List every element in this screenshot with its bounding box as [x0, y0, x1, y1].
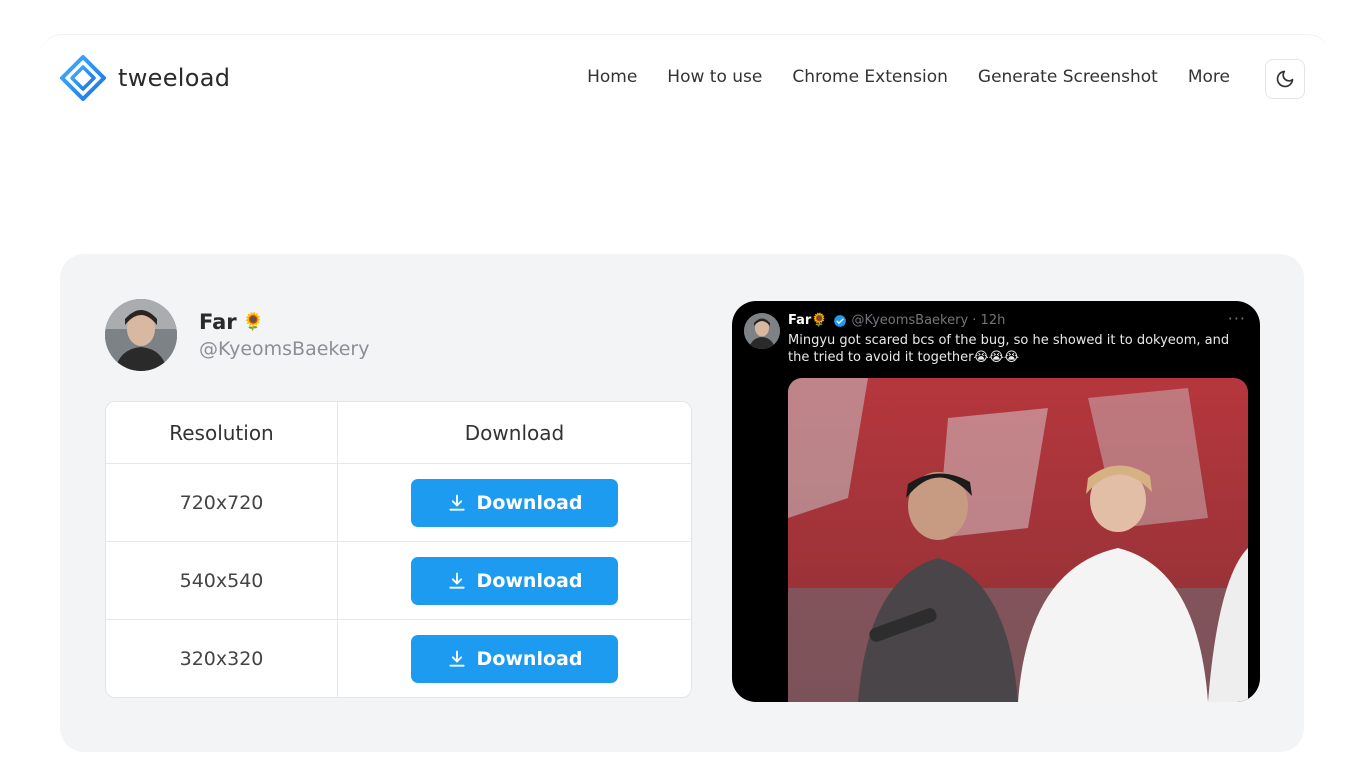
download-button-320[interactable]: Download: [411, 635, 618, 683]
theme-toggle-button[interactable]: [1265, 59, 1305, 99]
table-header-row: Resolution Download: [106, 402, 691, 464]
resolution-table: Resolution Download 720x720 Download 540…: [105, 401, 692, 698]
tweet-screenshot-preview: Far🌻 @KyeomsBaekery · 12h ··· Mingyu got…: [732, 301, 1260, 702]
profile-name: Far 🌻: [199, 310, 369, 334]
header-resolution: Resolution: [106, 402, 338, 463]
tweeload-logo-icon: [60, 55, 106, 101]
tweet-avatar-image: [744, 313, 780, 349]
tweet-video-frame: [788, 378, 1248, 702]
verified-badge-icon: [833, 314, 846, 327]
tweet-text: Mingyu got scared bcs of the bug, so he …: [788, 333, 1230, 365]
more-options-icon: ···: [1227, 309, 1246, 328]
profile-name-text: Far: [199, 310, 237, 334]
resolution-cell: 320x320: [106, 620, 338, 697]
table-row: 320x320 Download: [106, 620, 691, 697]
download-button-720[interactable]: Download: [411, 478, 618, 527]
avatar: [105, 299, 177, 371]
avatar-image: [105, 299, 177, 371]
nav-how-to-use[interactable]: How to use: [667, 67, 762, 87]
resolution-cell: 540x540: [106, 542, 338, 619]
download-button-label: Download: [476, 648, 583, 670]
moon-icon: [1276, 70, 1294, 88]
nav-links: Home How to use Chrome Extension Generat…: [587, 67, 1230, 87]
download-button-label: Download: [476, 569, 583, 592]
tweet-header: Far🌻 @KyeomsBaekery · 12h: [788, 313, 1005, 328]
sunflower-emoji: 🌻: [242, 312, 264, 332]
brand[interactable]: tweeload: [60, 55, 230, 101]
navbar: tweeload Home How to use Chrome Extensio…: [40, 34, 1330, 122]
profile-handle: @KyeomsBaekery: [199, 338, 370, 360]
nav-chrome-extension[interactable]: Chrome Extension: [792, 67, 948, 87]
video-frame-image: [788, 378, 1248, 702]
download-icon: [448, 650, 465, 667]
download-icon: [448, 494, 465, 511]
nav-generate-screenshot[interactable]: Generate Screenshot: [978, 67, 1158, 87]
tweet-handle-time: @KyeomsBaekery · 12h: [851, 313, 1006, 328]
nav-home[interactable]: Home: [587, 67, 637, 87]
brand-name: tweeload: [118, 64, 231, 92]
download-button-label: Download: [476, 491, 583, 514]
download-button-540[interactable]: Download: [411, 556, 618, 605]
table-row: 540x540 Download: [106, 542, 691, 620]
tweet-avatar: [744, 313, 780, 349]
tweet-name: Far🌻: [788, 313, 828, 328]
download-icon: [448, 572, 465, 589]
result-card: Far 🌻 @KyeomsBaekery Resolution Download…: [60, 254, 1304, 752]
table-row: 720x720 Download: [106, 464, 691, 542]
header-download: Download: [464, 420, 565, 445]
nav-more[interactable]: More: [1188, 67, 1230, 87]
profile: Far 🌻 @KyeomsBaekery: [105, 299, 369, 371]
resolution-cell: 720x720: [106, 464, 338, 541]
